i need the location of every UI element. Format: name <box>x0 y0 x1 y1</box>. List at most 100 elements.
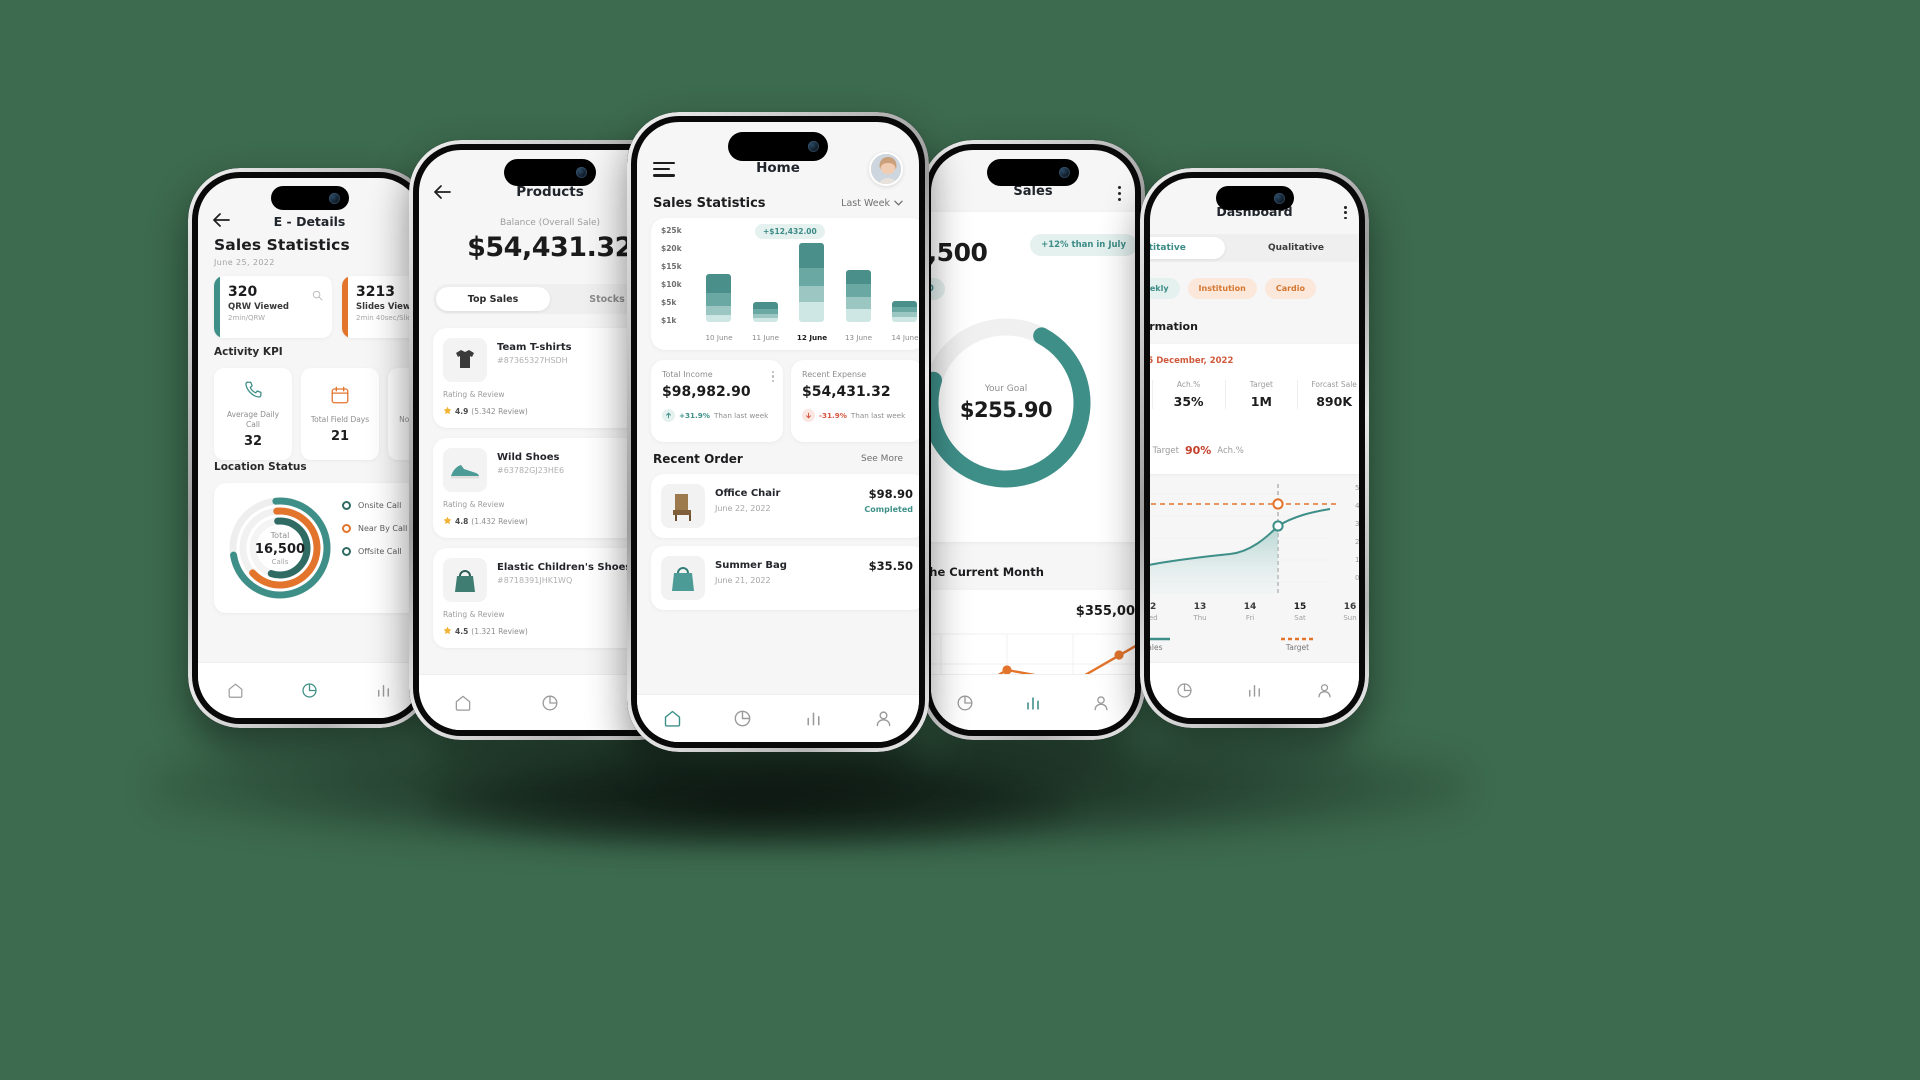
kebab-icon[interactable] <box>771 371 774 383</box>
person-icon[interactable] <box>1315 681 1334 700</box>
star-icon <box>443 626 452 637</box>
star-icon <box>443 516 452 527</box>
kpi-card-qrw[interactable]: 320 QRW Viewed 2min/QRW <box>214 276 332 338</box>
y-tick: 1K <box>1354 556 1359 564</box>
tab-qualitative[interactable]: Qualitative <box>1225 237 1359 259</box>
activity-label: Average Daily Call <box>226 410 280 429</box>
donut-center: Total 16,500 Calls <box>224 531 336 566</box>
kpi-value: 320 <box>228 284 258 300</box>
bar-segment <box>892 316 917 322</box>
area-chart-svg <box>1150 484 1336 594</box>
growth-chip: +12% than in July <box>1030 234 1135 256</box>
kebab-icon[interactable] <box>1344 206 1347 220</box>
bar-group <box>892 300 917 322</box>
metrics-row: Sales 350K Ach.% 35% Target 1M Forcast <box>1150 380 1359 409</box>
dynamic-island <box>987 159 1079 186</box>
goal-value: $255.90 <box>959 398 1053 422</box>
product-sku: #63782GJ23HE6 <box>497 466 565 475</box>
pie-chart-icon[interactable] <box>300 681 319 700</box>
legend-target: Target <box>1280 634 1315 652</box>
floor-shadow-core <box>430 760 1070 850</box>
y-tick: $10k <box>661 280 682 289</box>
order-thumbnail <box>661 484 705 528</box>
kpi-label: QRW Viewed <box>228 302 289 312</box>
y-tick: $15k <box>661 262 682 271</box>
person-icon[interactable] <box>1091 693 1111 713</box>
filter-chip-cardio[interactable]: Cardio <box>1264 278 1317 299</box>
order-name: Office Chair <box>715 488 781 499</box>
metric-ach: Ach.% 35% <box>1153 380 1226 409</box>
activity-kpi-heading: Activity KPI <box>214 346 283 358</box>
donut-total-label: Total <box>270 531 290 540</box>
bar-group <box>799 243 824 322</box>
kebab-icon[interactable] <box>1118 186 1121 201</box>
kpi-sub: 2min/QRW <box>228 314 266 322</box>
product-rating: 4.5 (1.321 Review) <box>443 626 528 637</box>
bar-chart-icon[interactable] <box>374 681 393 700</box>
bar-group <box>752 302 778 322</box>
bar-segment <box>845 269 871 285</box>
review-count: (1.432 Review) <box>471 517 528 526</box>
see-more-link[interactable]: See More <box>861 454 903 464</box>
metric-value: 35% <box>1173 394 1204 409</box>
day-tick: 12 Wed <box>1150 602 1164 622</box>
bar-chart-icon[interactable] <box>1245 681 1264 700</box>
filter-row: Filter By: Weekly Institution Cardio <box>1150 278 1359 299</box>
product-rating: 4.8 (1.432 Review) <box>443 516 528 527</box>
metric-header: Target <box>1249 380 1273 389</box>
x-tick: 11 June <box>751 333 780 342</box>
order-thumbnail <box>661 556 705 600</box>
bar-segment <box>845 308 871 322</box>
filter-chip-weekly[interactable]: Weekly <box>1150 278 1180 299</box>
bottom-nav <box>931 674 1135 730</box>
metric-forecast: Forcast Sale 890K <box>1298 380 1359 409</box>
filter-chip-institution[interactable]: Institution <box>1187 278 1257 299</box>
bar-segment <box>706 274 731 293</box>
activity-card-calls[interactable]: Average Daily Call 32 <box>214 368 292 460</box>
activity-card-field-days[interactable]: Total Field Days 21 <box>301 368 379 460</box>
total-income-card[interactable]: Total Income $98,982.90 +31.9% Than last… <box>651 360 783 442</box>
y-tick: 3K <box>1354 520 1359 528</box>
search-icon[interactable] <box>312 286 323 305</box>
order-row[interactable]: Office Chair June 22, 2022 $98.90 Comple… <box>651 474 919 538</box>
range-selector[interactable]: Last Week <box>841 198 903 209</box>
metric-header: Sales <box>1150 380 1152 389</box>
page-title: Sales <box>1013 184 1053 199</box>
home-icon[interactable] <box>453 693 473 713</box>
day-name: Sun <box>1343 614 1357 622</box>
metric-value: 890K <box>1316 394 1353 409</box>
donut-total-value: 16,500 <box>254 542 306 557</box>
legend-label: Offsite Call <box>358 547 402 556</box>
rating-review-label: Rating & Review <box>443 500 505 509</box>
bar-chart-icon[interactable] <box>803 708 824 729</box>
order-status: Completed <box>864 505 913 514</box>
dynamic-island <box>1215 186 1294 210</box>
tab-quantitative[interactable]: Quantitative <box>1150 237 1225 259</box>
sales-area-chart: 5K 4K 3K 2K 1K 0K 11 Tue 12 <box>1150 478 1359 658</box>
bar-chart-icon[interactable] <box>1023 693 1043 713</box>
screen-home: Home Sales Statistics Last Week $25k $20… <box>637 122 919 742</box>
pie-chart-icon[interactable] <box>955 693 975 713</box>
y-axis: $25k $20k $15k $10k $5k $1k <box>661 226 682 334</box>
tab-top-sales[interactable]: Top Sales <box>436 287 550 311</box>
activity-row: Average Daily Call 32 Total Field Days 2… <box>214 368 421 460</box>
screenshot-stage: E - Details Sales Statistics June 25, 20… <box>0 0 1920 1080</box>
y-tick: 2K <box>1354 538 1359 546</box>
section-heading: Sales in the Current Month <box>931 565 1044 579</box>
section-heading: Sales Information <box>1150 320 1198 333</box>
pie-chart-icon[interactable] <box>1175 681 1194 700</box>
recent-expense-card[interactable]: Recent Expense $54,431.32 -31.9% Than la… <box>791 360 919 442</box>
card-delta: +31.9% Than last week <box>662 409 773 422</box>
pie-chart-icon[interactable] <box>732 708 753 729</box>
avatar[interactable] <box>869 152 903 186</box>
x-tick: 10 June <box>705 333 733 342</box>
home-icon[interactable] <box>662 708 683 729</box>
person-icon[interactable] <box>873 708 894 729</box>
bar-segment <box>845 284 871 298</box>
product-name: Team T-shirts <box>497 342 572 353</box>
pie-chart-icon[interactable] <box>540 693 560 713</box>
home-icon[interactable] <box>226 681 245 700</box>
bar-segment <box>752 317 778 322</box>
order-row[interactable]: Summer Bag June 21, 2022 $35.50 <box>651 546 919 610</box>
camera-icon <box>808 141 819 152</box>
